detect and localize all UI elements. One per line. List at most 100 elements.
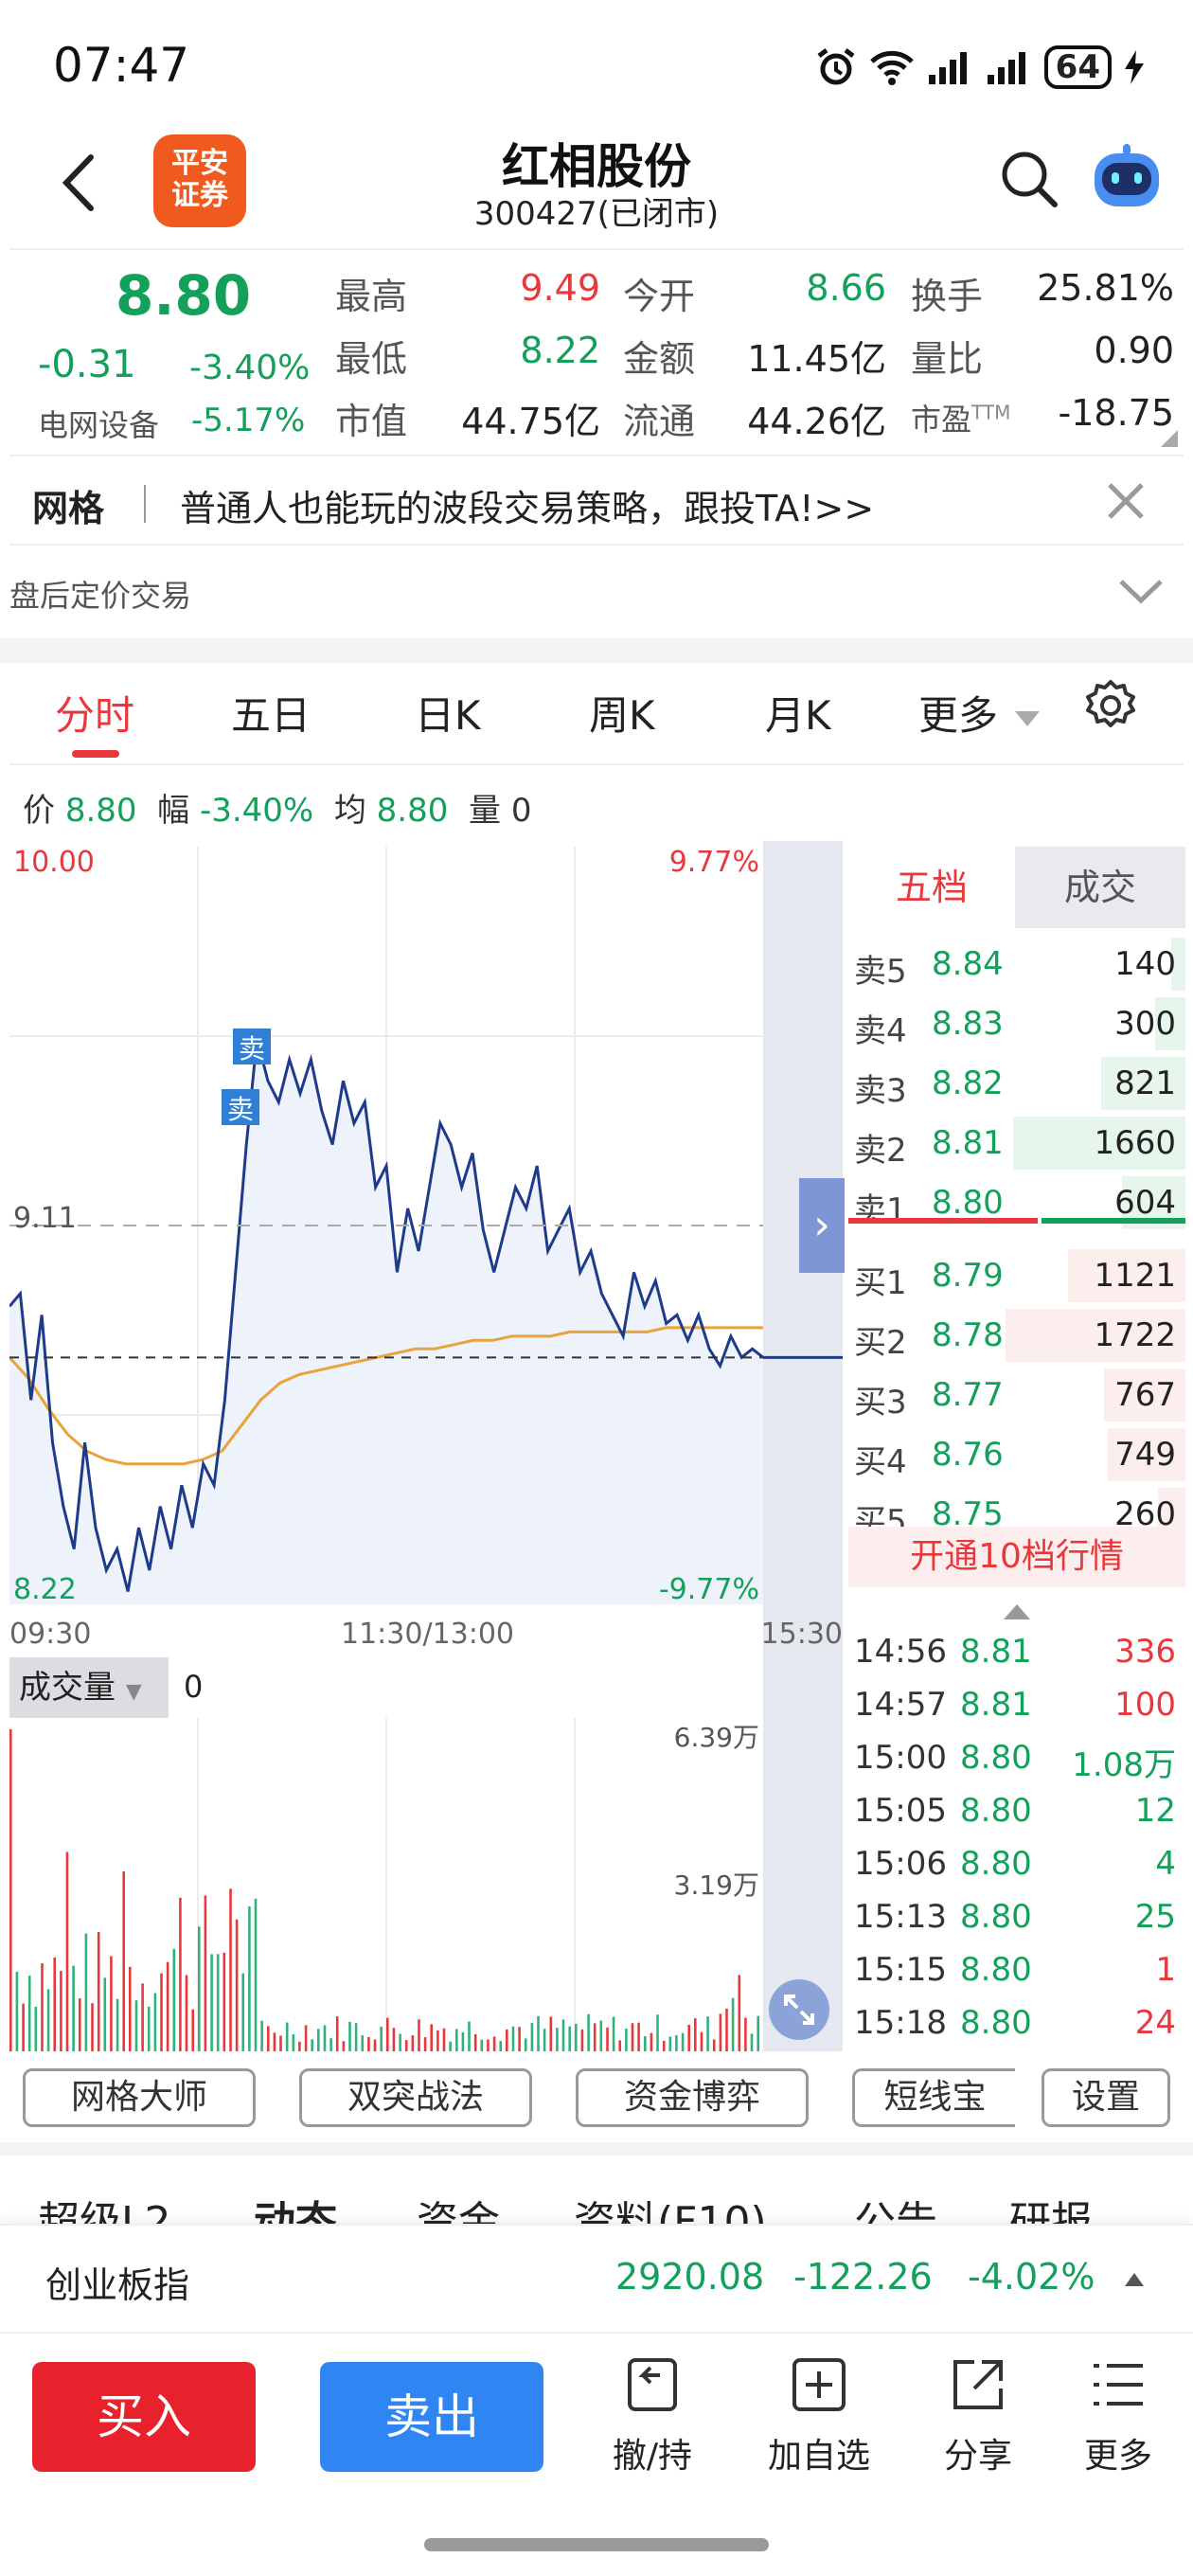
volume-bar (662, 2040, 666, 2051)
tab-more[interactable]: 更多 (918, 684, 1042, 742)
share-button[interactable]: 分享 (907, 2354, 1049, 2496)
caret-up-icon[interactable] (1125, 2273, 1144, 2286)
indicator-label: 成交量 (19, 1669, 116, 1707)
tab-trades[interactable]: 成交 (1015, 847, 1185, 928)
status-bar: 07:47 64 (0, 0, 1193, 123)
buy-button[interactable]: 买入 (32, 2362, 256, 2472)
volume-bar (172, 1948, 176, 2051)
sell-marker-2[interactable]: 卖 (222, 1089, 259, 1125)
volume-bar (750, 2033, 754, 2051)
bid-row[interactable]: 买4 8.76 749 (848, 1424, 1185, 1484)
tab-five-levels[interactable]: 五档 (848, 847, 1015, 928)
quote-label-high: 最高 (335, 276, 408, 317)
volume-bar (738, 1975, 741, 2051)
strategy-capital-game[interactable]: 资金博弈 (576, 2068, 809, 2127)
volume-bar (392, 2028, 396, 2051)
trade-price: 8.80 (960, 2004, 1032, 2042)
ask-row[interactable]: 卖2 8.81 1660 (848, 1113, 1185, 1172)
volume-bar (329, 2038, 332, 2051)
quote-label-float-cap: 流通 (623, 401, 696, 442)
bid-price: 8.78 (932, 1316, 1004, 1354)
banner-divider (144, 485, 146, 523)
fullscreen-button[interactable] (769, 1979, 829, 2040)
chevron-down-icon[interactable] (1117, 572, 1165, 610)
strategy-settings-button[interactable]: 设置 (1042, 2068, 1170, 2127)
tab-news[interactable]: 动态 (254, 2188, 337, 2224)
trade-time: 14:57 (854, 1686, 947, 1724)
more-label: 更多 (1083, 2437, 1152, 2476)
trade-volume: 25 (1134, 1898, 1176, 1936)
indicator-selector[interactable]: 成交量 ▼ (9, 1657, 169, 1718)
trade-price: 8.81 (960, 1686, 1032, 1724)
tab-monthly-k[interactable]: 月K (765, 684, 831, 742)
ask-row[interactable]: 卖4 8.83 300 (848, 993, 1185, 1053)
tab-super-l2[interactable]: 超级L2 (38, 2188, 171, 2224)
tab-f10[interactable]: 资料(F10) (574, 2188, 767, 2224)
gear-icon[interactable] (1083, 678, 1138, 733)
volume-bars (9, 1729, 759, 2051)
bid-row[interactable]: 买1 8.79 1121 (848, 1245, 1185, 1305)
strategy-short-term[interactable]: 短线宝 (852, 2068, 1015, 2127)
tab-capital[interactable]: 资金 (417, 2188, 500, 2224)
order-book: 五档 成交 卖5 8.84 140 卖4 8.83 300 卖3 8.82 821 卖2 8.81 1… (848, 841, 1185, 1589)
alarm-icon (817, 48, 855, 85)
expand-corner-icon[interactable] (1161, 430, 1178, 447)
quote-value-turnover: 25.81% (1037, 267, 1174, 309)
sector-name[interactable]: 电网设备 (38, 402, 159, 445)
bid-row[interactable]: 买3 8.77 767 (848, 1365, 1185, 1424)
grid-strategy-banner[interactable]: 网格 普通人也能玩的波段交易策略，跟投TA!>> (9, 455, 1184, 546)
strategy-double-breakout[interactable]: 双突战法 (299, 2068, 532, 2127)
volume-bar (335, 2016, 339, 2051)
tab-announcements[interactable]: 公告 (854, 2188, 937, 2224)
search-icon[interactable] (1000, 150, 1059, 208)
volume-bar (279, 2035, 282, 2051)
trade-price: 8.80 (960, 1951, 1032, 1989)
add-watchlist-button[interactable]: 加自选 (748, 2354, 890, 2496)
ask-price: 8.81 (932, 1124, 1004, 1162)
tab-intraday[interactable]: 分时 (55, 684, 134, 742)
sell-button[interactable]: 卖出 (320, 2362, 543, 2472)
index-ticker-bar[interactable]: 创业板指 2920.08 -122.26 -4.02% (0, 2224, 1193, 2332)
ask-price: 8.83 (932, 1005, 1004, 1043)
ask-price: 8.84 (932, 945, 1004, 983)
tab-weekly-k[interactable]: 周K (589, 684, 655, 742)
volume-chart[interactable]: 6.39万 3.19万 (9, 1718, 843, 2051)
volume-bar (593, 2023, 596, 2051)
volume-bar (455, 2029, 458, 2051)
robot-assistant-icon[interactable] (1089, 140, 1165, 216)
cancel-hold-button[interactable]: 撤/持 (581, 2354, 723, 2496)
trade-time: 15:15 (854, 1951, 947, 1989)
ask-level-label: 卖4 (854, 1012, 907, 1050)
tab-daily-k[interactable]: 日K (415, 684, 481, 742)
volume-bar (549, 2016, 553, 2051)
volume-bar (650, 2032, 653, 2051)
more-button[interactable]: 更多 (1047, 2354, 1189, 2496)
tab-research[interactable]: 研报 (1009, 2188, 1093, 2224)
trade-ticks[interactable]: 14:56 8.81 336 14:57 8.81 100 15:00 8.80 1.08万 15… (848, 1604, 1185, 2049)
open-10-level-button[interactable]: 开通10档行情 (848, 1527, 1185, 1587)
share-icon (953, 2360, 1003, 2409)
quote-value-open: 8.66 (806, 267, 886, 309)
volume-bar (625, 2029, 628, 2051)
home-indicator[interactable] (424, 2538, 769, 2551)
sell-marker-1[interactable]: 卖 (233, 1029, 271, 1064)
intraday-price-chart[interactable]: 10.00 9.11 8.22 9.77% -9.77% 卖 卖 (9, 841, 843, 1614)
add-watchlist-label: 加自选 (767, 2437, 870, 2476)
volume-bar (153, 1993, 157, 2051)
ask-row[interactable]: 卖3 8.82 821 (848, 1053, 1185, 1113)
tab-five-day[interactable]: 五日 (231, 684, 311, 742)
ask-row[interactable]: 卖5 8.84 140 (848, 934, 1185, 993)
banner-text[interactable]: 普通人也能玩的波段交易策略，跟投TA!>> (180, 479, 874, 531)
volume-bar (644, 2036, 647, 2051)
expand-orderbook-button[interactable]: › (799, 1178, 845, 1273)
volume-bar (675, 2035, 678, 2051)
bid-row[interactable]: 买2 8.78 1722 (848, 1305, 1185, 1365)
after-hours-trading-row[interactable]: 盘后定价交易 (9, 549, 1184, 636)
volume-current: 0 (184, 1669, 204, 1705)
close-icon[interactable] (1102, 477, 1149, 525)
volume-bar (147, 2006, 151, 2051)
trade-row: 15:15 8.80 1 (848, 1941, 1185, 1995)
trade-row: 14:57 8.81 100 (848, 1676, 1185, 1729)
strategy-grid-master[interactable]: 网格大师 (23, 2068, 256, 2127)
change-amount: -0.31 (38, 343, 136, 386)
